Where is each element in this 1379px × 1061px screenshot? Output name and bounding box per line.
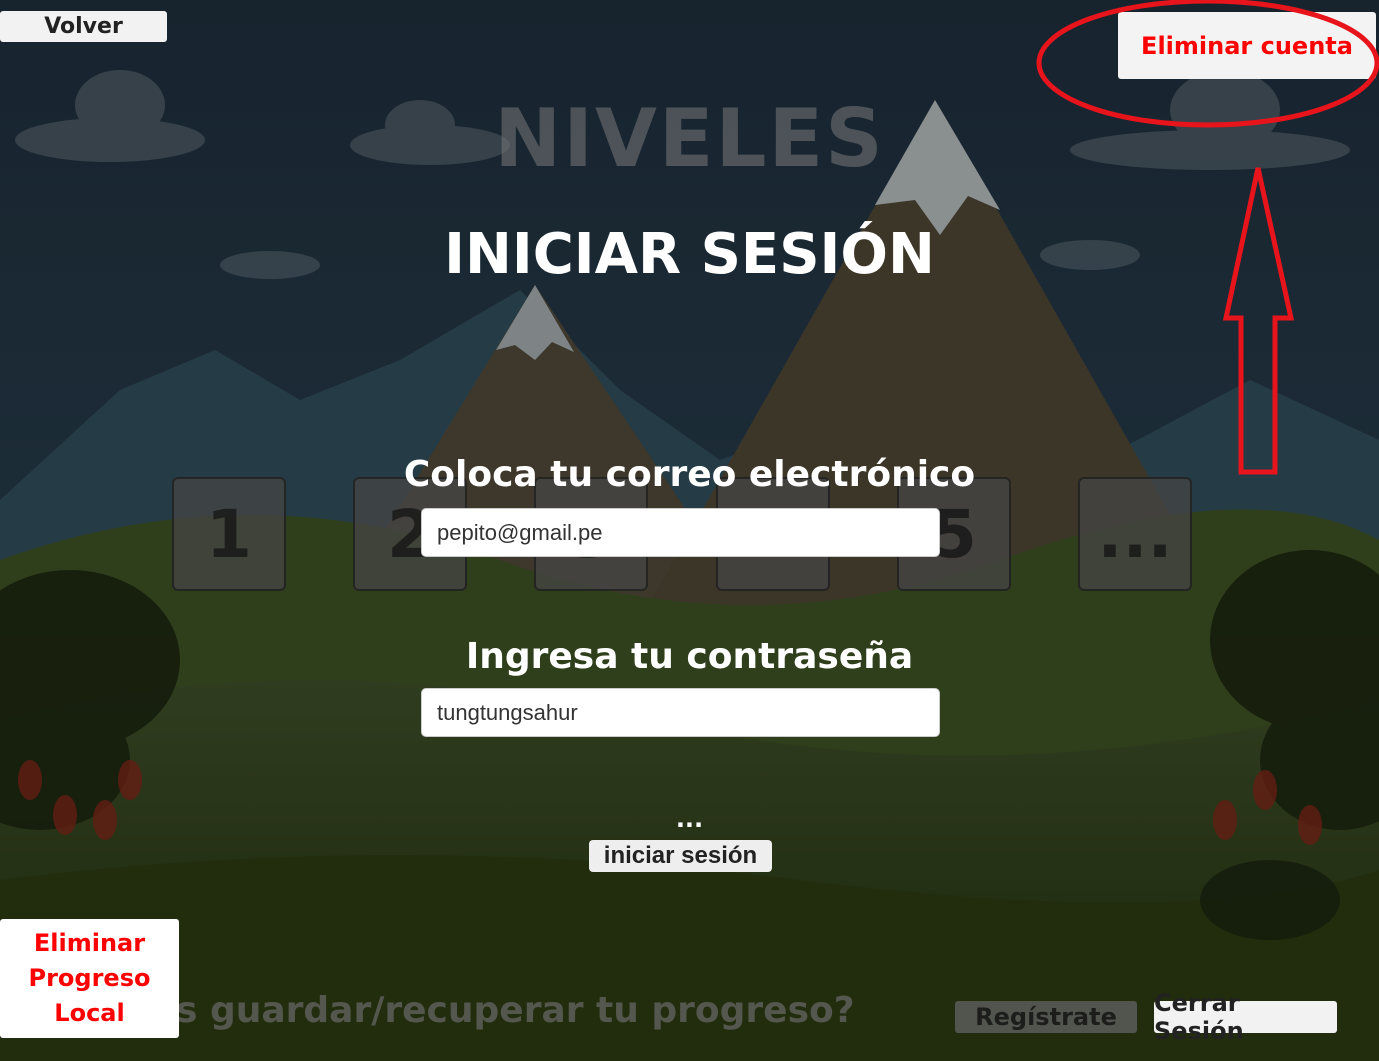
login-title: INICIAR SESIÓN [444, 222, 935, 287]
delete-local-label-line-2: Progreso [28, 964, 151, 992]
game-screen: NIVELES 1 2 3 4 5 ... s guardar/recupera… [0, 0, 1379, 1061]
email-label: Coloca tu correo electrónico [403, 454, 976, 495]
delete-account-button[interactable]: Eliminar cuenta [1118, 12, 1376, 79]
delete-local-label-line-1: Eliminar [33, 929, 146, 957]
password-label: Ingresa tu contraseña [465, 636, 914, 677]
logout-button[interactable]: Cerrar Sesión [1154, 989, 1337, 1045]
login-button[interactable]: iniciar sesión [589, 840, 772, 872]
levels-title: NIVELES [494, 92, 885, 185]
register-button[interactable]: Regístrate [955, 1001, 1137, 1033]
delete-local-label-line-3: Local [54, 999, 125, 1027]
login-status: ... [675, 805, 704, 833]
save-progress-question: s guardar/recuperar tu progreso? [176, 990, 855, 1031]
password-field[interactable] [421, 688, 940, 737]
delete-local-progress-button[interactable]: Eliminar Progreso Local [0, 919, 179, 1038]
email-field[interactable] [421, 508, 940, 557]
back-button[interactable]: Volver [0, 11, 167, 42]
